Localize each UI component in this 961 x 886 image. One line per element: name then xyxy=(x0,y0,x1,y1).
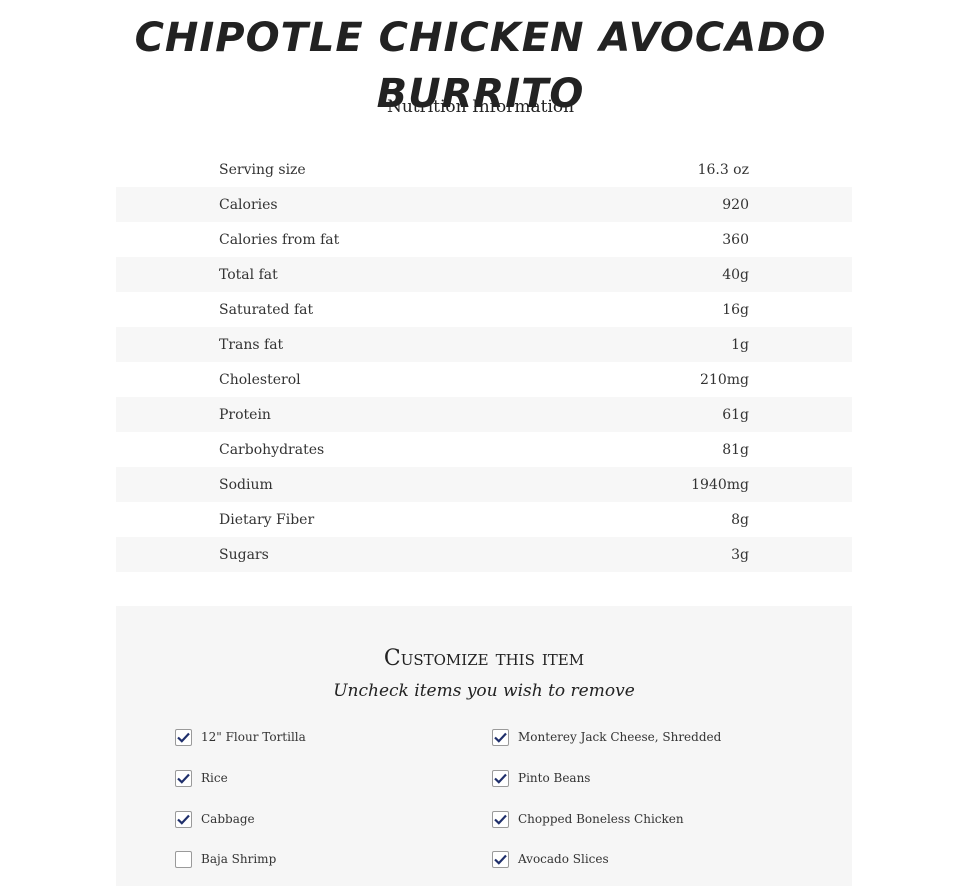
nutrition-row: Sugars 3g xyxy=(116,537,852,572)
check-icon xyxy=(494,854,507,865)
nutrition-row: Cholesterol 210mg xyxy=(116,362,852,397)
customize-panel: Customize this item Uncheck items you wi… xyxy=(116,606,852,886)
customize-subtitle: Uncheck items you wish to remove xyxy=(333,681,635,701)
nutrition-label: Saturated fat xyxy=(219,301,314,318)
check-icon xyxy=(177,732,190,743)
nutrition-label: Trans fat xyxy=(219,336,284,353)
checkbox[interactable] xyxy=(175,769,192,787)
nutrition-label: Calories from fat xyxy=(219,231,340,248)
checkbox[interactable] xyxy=(492,769,509,787)
nutrition-label: Total fat xyxy=(219,266,278,283)
option-label: Cabbage xyxy=(201,812,255,826)
option-label: 12" Flour Tortilla xyxy=(201,730,306,744)
checkbox[interactable] xyxy=(175,728,192,746)
option-label: Chopped Boneless Chicken xyxy=(518,812,684,826)
nutrition-row: Saturated fat 16g xyxy=(116,292,852,327)
checkbox[interactable] xyxy=(175,850,192,868)
option-avocado-slices[interactable]: Avocado Slices xyxy=(492,849,609,869)
checkbox[interactable] xyxy=(492,850,509,868)
customize-title: Customize this item xyxy=(383,646,585,671)
nutrition-value: 920 xyxy=(722,196,749,213)
check-icon xyxy=(494,732,507,743)
option-baja-shrimp[interactable]: Baja Shrimp xyxy=(175,849,276,869)
nutrition-value: 16.3 oz xyxy=(697,161,749,178)
option-label: Monterey Jack Cheese, Shredded xyxy=(518,730,722,744)
nutrition-label: Sodium xyxy=(219,476,273,493)
nutrition-label: Sugars xyxy=(219,546,269,563)
nutrition-row: Calories from fat 360 xyxy=(116,222,852,257)
check-icon xyxy=(494,773,507,784)
option-label: Pinto Beans xyxy=(518,771,591,785)
title-line-1: CHIPOTLE CHICKEN AVOCADO xyxy=(134,15,827,61)
checkbox[interactable] xyxy=(492,728,509,746)
nutrition-row: Dietary Fiber 8g xyxy=(116,502,852,537)
option-chopped-chicken[interactable]: Chopped Boneless Chicken xyxy=(492,809,684,829)
nutrition-value: 1940mg xyxy=(691,476,749,493)
nutrition-table: Serving size 16.3 oz Calories 920 Calories… xyxy=(116,152,852,572)
nutrition-value: 8g xyxy=(731,511,749,528)
nutrition-row: Total fat 40g xyxy=(116,257,852,292)
nutrition-value: 40g xyxy=(722,266,749,283)
option-flour-tortilla[interactable]: 12" Flour Tortilla xyxy=(175,727,306,747)
nutrition-label: Dietary Fiber xyxy=(219,511,315,528)
nutrition-value: 61g xyxy=(722,406,749,423)
nutrition-row: Calories 920 xyxy=(116,187,852,222)
option-label: Avocado Slices xyxy=(518,852,609,866)
nutrition-value: 3g xyxy=(731,546,749,563)
checkbox[interactable] xyxy=(175,810,192,828)
nutrition-value: 360 xyxy=(722,231,749,248)
nutrition-value: 16g xyxy=(722,301,749,318)
nutrition-subtitle: Nutrition Information xyxy=(386,97,575,117)
option-cabbage[interactable]: Cabbage xyxy=(175,809,255,829)
nutrition-value: 81g xyxy=(722,441,749,458)
option-label: Baja Shrimp xyxy=(201,852,277,866)
nutrition-value: 1g xyxy=(731,336,749,353)
nutrition-row: Trans fat 1g xyxy=(116,327,852,362)
nutrition-label: Carbohydrates xyxy=(219,441,325,458)
nutrition-label: Protein xyxy=(219,406,271,423)
option-pinto-beans[interactable]: Pinto Beans xyxy=(492,768,590,788)
option-monterey-jack[interactable]: Monterey Jack Cheese, Shredded xyxy=(492,727,721,747)
option-rice[interactable]: Rice xyxy=(175,768,228,788)
checkbox[interactable] xyxy=(492,810,509,828)
nutrition-row: Protein 61g xyxy=(116,397,852,432)
option-label: Rice xyxy=(201,771,228,785)
nutrition-row: Serving size 16.3 oz xyxy=(116,152,852,187)
check-icon xyxy=(177,773,190,784)
nutrition-row: Sodium 1940mg xyxy=(116,467,852,502)
nutrition-label: Cholesterol xyxy=(219,371,301,388)
check-icon xyxy=(494,814,507,825)
nutrition-row: Carbohydrates 81g xyxy=(116,432,852,467)
check-icon xyxy=(177,814,190,825)
nutrition-label: Serving size xyxy=(219,161,306,178)
nutrition-label: Calories xyxy=(219,196,278,213)
nutrition-value: 210mg xyxy=(700,371,749,388)
